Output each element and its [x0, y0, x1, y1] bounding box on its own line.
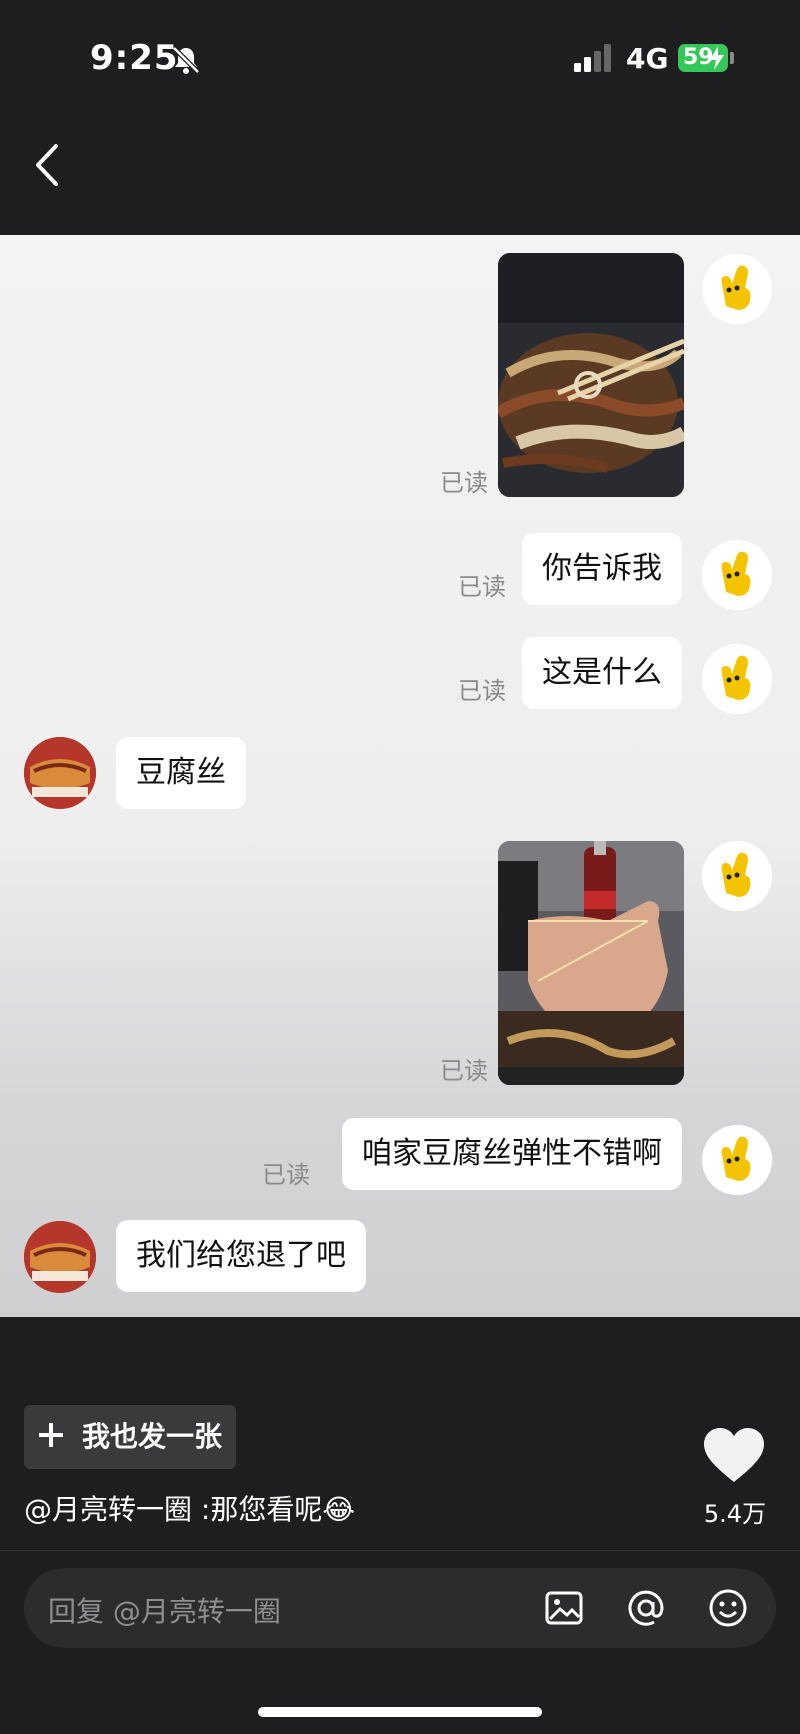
shop-avatar [24, 1221, 96, 1293]
laughing-emoji: 😂 [322, 1493, 356, 1526]
post-one-too-label: 我也发一张 [82, 1420, 223, 1453]
reply-placeholder: 回复 @月亮转一圈 [48, 1595, 281, 1628]
back-chevron-icon[interactable] [30, 140, 70, 190]
charging-bolt-icon [710, 46, 724, 70]
image-icon[interactable] [544, 1588, 584, 1628]
home-indicator[interactable] [258, 1707, 542, 1717]
clock: 9:25 [90, 38, 179, 78]
message-bubble: 这是什么 [522, 637, 682, 709]
hand-avatar-icon [702, 841, 772, 911]
chat-screenshot: 已读 你告诉我 已读 这是什么 已读 豆腐丝 已读 咱家豆腐丝弹性不错啊 已读 … [0, 235, 800, 1317]
message-bubble: 咱家豆腐丝弹性不错啊 [342, 1118, 682, 1190]
message-bubble: 豆腐丝 [116, 737, 246, 809]
hand-avatar-icon [702, 540, 772, 610]
battery-cap [730, 52, 734, 64]
caption-text: @月亮转一圈 :那您看呢 [24, 1493, 323, 1526]
hand-avatar-icon [702, 1125, 772, 1195]
message-bubble: 你告诉我 [522, 533, 682, 605]
read-status: 已读 [458, 677, 506, 705]
like-heart-icon[interactable] [704, 1428, 764, 1484]
read-status: 已读 [262, 1161, 310, 1189]
read-status: 已读 [440, 469, 488, 497]
emoji-smile-icon[interactable] [708, 1588, 748, 1628]
reply-input[interactable]: 回复 @月亮转一圈 [24, 1568, 776, 1648]
message-bubble: 我们给您退了吧 [116, 1220, 366, 1292]
hand-avatar-icon [702, 254, 772, 324]
read-status: 已读 [440, 1057, 488, 1085]
food-photo[interactable] [498, 253, 684, 497]
muted-bell-icon [172, 46, 200, 74]
divider [0, 1550, 800, 1551]
post-caption: @月亮转一圈 :那您看呢😂 [24, 1488, 355, 1528]
shop-avatar [24, 737, 96, 809]
hand-avatar-icon [702, 644, 772, 714]
status-bar: 9:25 4G 59 [0, 0, 800, 120]
network-type: 4G [626, 42, 669, 75]
plus-icon [39, 1423, 63, 1447]
at-mention-icon[interactable] [626, 1588, 666, 1628]
cellular-signal-icon [574, 44, 611, 72]
hand-stretching-photo[interactable] [498, 841, 684, 1085]
read-status: 已读 [458, 573, 506, 601]
like-count: 5.4万 [703, 1500, 767, 1528]
